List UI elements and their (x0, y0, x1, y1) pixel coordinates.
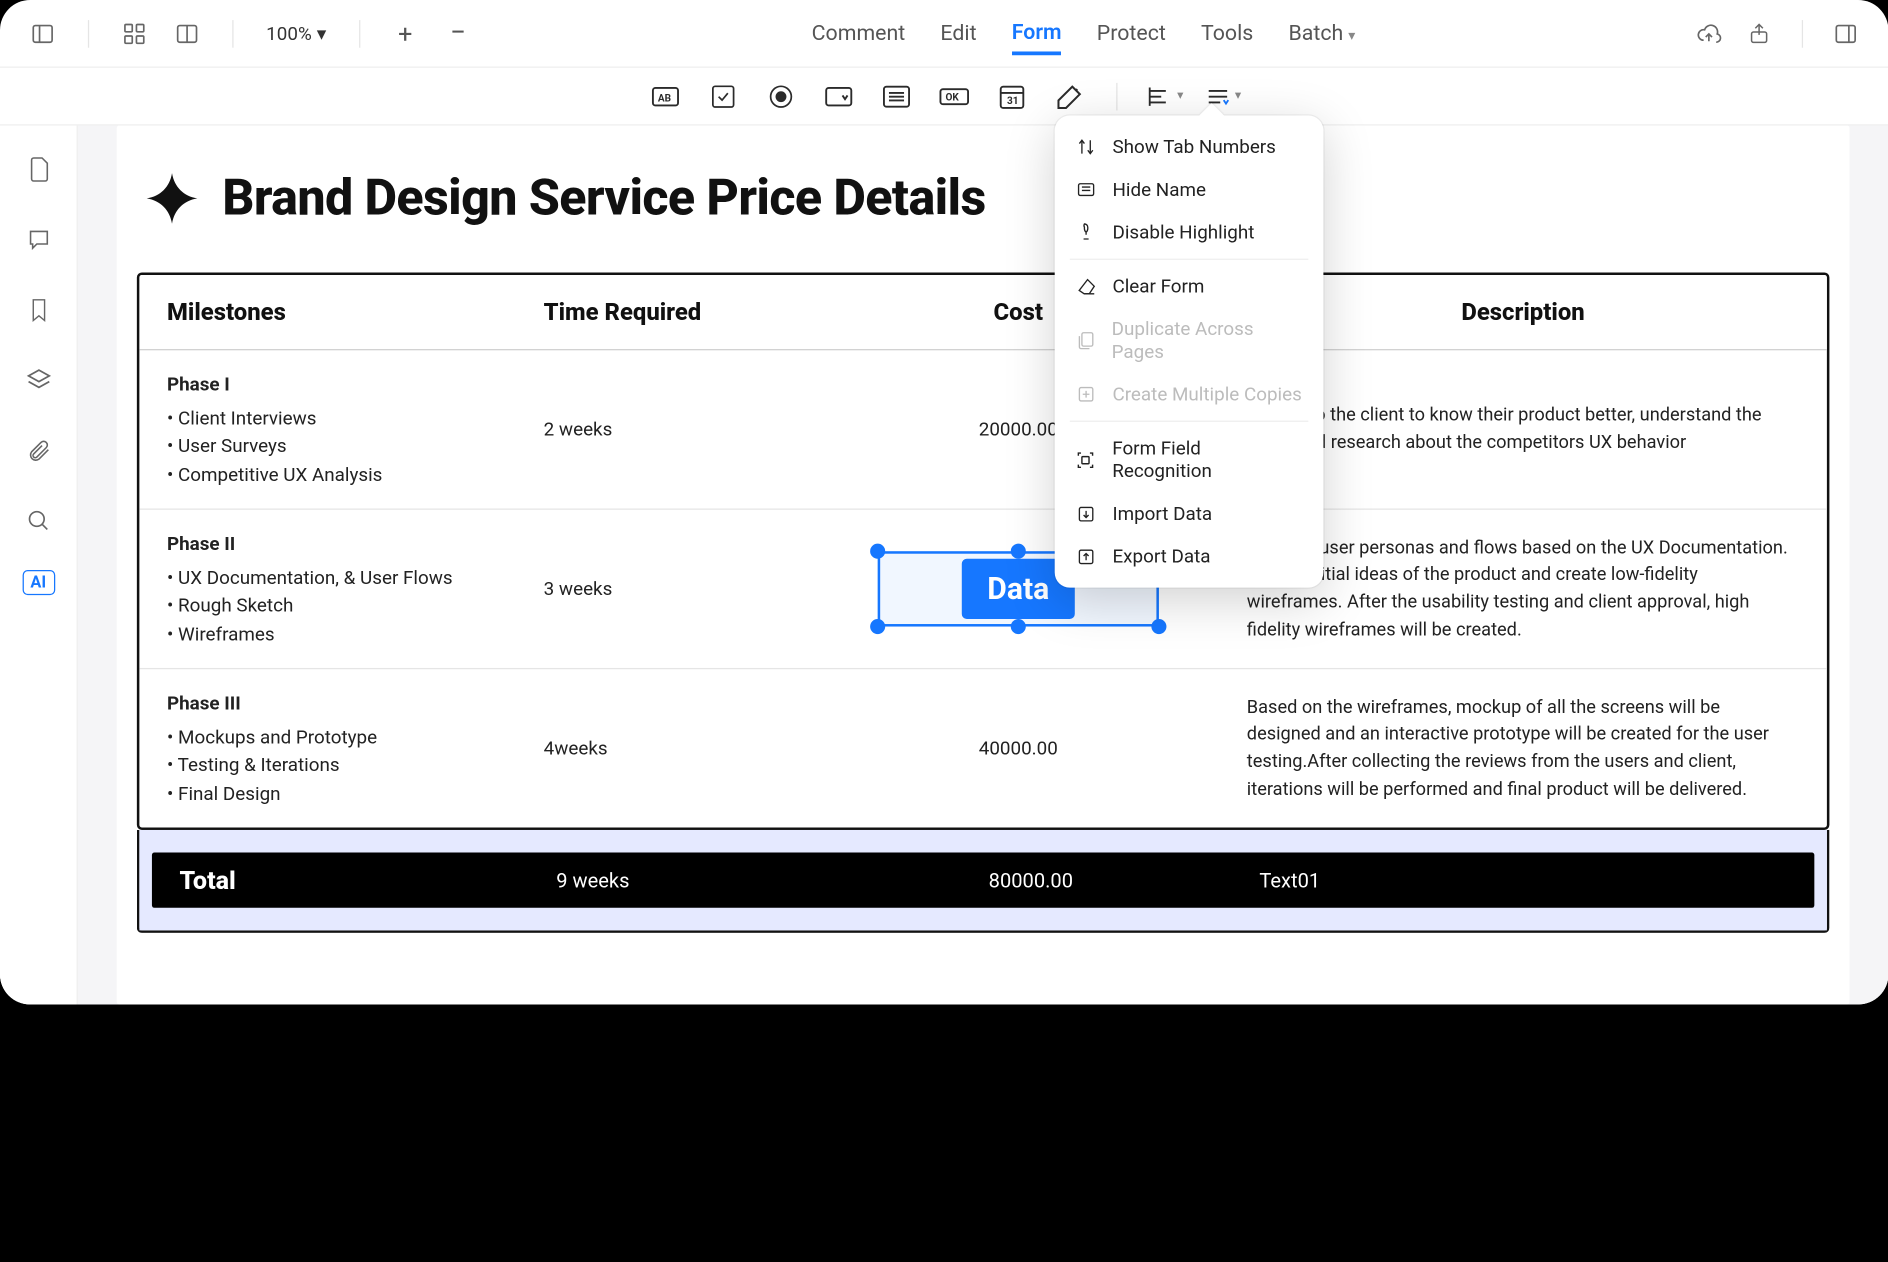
total-label: Total (152, 865, 529, 895)
menu-item-form-field-recognition[interactable]: Form Field Recognition (1055, 427, 1324, 492)
page: Brand Design Service Price Details Miles… (117, 126, 1850, 1005)
sparkle-icon (144, 170, 199, 225)
listbox-tool[interactable] (878, 77, 916, 115)
import-icon (1075, 502, 1098, 525)
cell-cost[interactable]: 40000.00 (817, 734, 1219, 762)
highlight-icon (1075, 221, 1098, 244)
total-row: Total 9 weeks 80000.00 Text01 (152, 853, 1814, 908)
main-menu: Comment Edit Form Protect Tools Batch▾ (478, 12, 1689, 55)
sidebar-toggle-button[interactable] (23, 13, 63, 53)
rail-layers-button[interactable] (17, 359, 60, 402)
menu-item-clear-form[interactable]: Clear Form (1055, 265, 1324, 308)
menu-item-show-tab-numbers[interactable]: Show Tab Numbers (1055, 126, 1324, 169)
checkbox-tool[interactable] (705, 77, 743, 115)
table-row: Phase I Client Interviews User Surveys C… (139, 350, 1827, 509)
tabnum-icon (1075, 136, 1098, 159)
price-table: Milestones Time Required Cost Descriptio… (137, 272, 1830, 829)
button-field-tool[interactable]: OK (936, 77, 974, 115)
resize-handle[interactable] (1011, 619, 1026, 634)
cloud-upload-button[interactable] (1689, 13, 1729, 53)
dropdown-field-tool[interactable] (820, 77, 858, 115)
toolbar-left-group: 100% ▾ + − (23, 13, 479, 53)
align-dropdown[interactable]: ▾ (1146, 82, 1184, 110)
document-canvas[interactable]: Brand Design Service Price Details Miles… (78, 126, 1888, 1005)
total-time: 9 weeks (529, 868, 830, 892)
svg-text:OK: OK (946, 92, 960, 103)
thumbnail-view-button[interactable] (114, 13, 154, 53)
menu-edit[interactable]: Edit (940, 13, 976, 53)
date-field-tool[interactable]: 31 (994, 77, 1032, 115)
two-page-view-button[interactable] (167, 13, 207, 53)
panel-toggle-button[interactable] (1826, 13, 1866, 53)
table-row: Phase III Mockups and Prototype Testing … (139, 669, 1827, 827)
col-time: Time Required (516, 275, 817, 349)
col-milestones: Milestones (139, 275, 516, 349)
rail-ai-button[interactable]: AI (22, 570, 55, 595)
menu-item-hide-name[interactable]: Hide Name (1055, 168, 1324, 211)
zoom-value: 100% (266, 22, 312, 45)
document-title: Brand Design Service Price Details (222, 168, 985, 227)
menu-separator (1070, 421, 1309, 422)
menu-item-duplicate-across-pages: Duplicate Across Pages (1055, 308, 1324, 373)
export-icon (1075, 545, 1098, 568)
chevron-down-icon: ▾ (1177, 89, 1183, 103)
cell-time: 2 weeks (516, 415, 817, 443)
menu-item-export-data[interactable]: Export Data (1055, 535, 1324, 578)
share-button[interactable] (1739, 13, 1779, 53)
menu-separator (1070, 259, 1309, 260)
copies-icon (1075, 383, 1098, 406)
main-area: AI Brand Design Service Price Details Mi… (0, 126, 1888, 1005)
document-header: Brand Design Service Price Details (117, 168, 1850, 252)
menu-item-create-multiple-copies: Create Multiple Copies (1055, 373, 1324, 416)
form-toolbar: AB OK 31 ▾ ▾ (0, 68, 1888, 126)
rail-comments-button[interactable] (17, 218, 60, 261)
svg-text:AB: AB (659, 93, 672, 104)
menu-item-disable-highlight[interactable]: Disable Highlight (1055, 211, 1324, 254)
text-field-tool[interactable]: AB (647, 77, 685, 115)
menu-batch[interactable]: Batch▾ (1288, 13, 1355, 53)
rail-bookmarks-button[interactable] (17, 289, 60, 332)
menu-item-import-data[interactable]: Import Data (1055, 492, 1324, 535)
menu-comment[interactable]: Comment (812, 13, 906, 53)
cell-time: 3 weeks (516, 575, 817, 603)
top-toolbar: 100% ▾ + − Comment Edit Form Protect Too… (0, 0, 1888, 68)
recognize-icon (1075, 448, 1097, 471)
duplicate-icon (1075, 329, 1097, 352)
toolbar-right-group (1689, 13, 1866, 53)
resize-handle[interactable] (870, 544, 885, 559)
cell-description: Based on the wireframes, mockup of all t… (1219, 694, 1827, 803)
menu-protect[interactable]: Protect (1097, 13, 1166, 53)
cell-milestone: Phase III Mockups and Prototype Testing … (139, 689, 516, 807)
more-options-menu: Show Tab NumbersHide NameDisable Highlig… (1055, 116, 1324, 588)
cell-time: 4weeks (516, 734, 817, 762)
hidename-icon (1075, 178, 1098, 201)
rail-pages-button[interactable] (17, 148, 60, 191)
zoom-dropdown[interactable]: 100% ▾ (259, 17, 334, 50)
resize-handle[interactable] (870, 619, 885, 634)
svg-text:31: 31 (1008, 96, 1020, 107)
chevron-down-icon: ▾ (1348, 27, 1355, 43)
signature-tool[interactable] (1052, 77, 1090, 115)
total-cost: 80000.00 (830, 868, 1232, 892)
left-rail: AI (0, 126, 78, 1005)
table-row: Phase II UX Documentation, & User Flows … (139, 510, 1827, 669)
app-window: 100% ▾ + − Comment Edit Form Protect Too… (0, 0, 1888, 1004)
radio-tool[interactable] (763, 77, 801, 115)
table-header: Milestones Time Required Cost Descriptio… (139, 275, 1827, 350)
rail-attachments-button[interactable] (17, 429, 60, 472)
menu-form[interactable]: Form (1012, 12, 1062, 55)
menu-tools[interactable]: Tools (1201, 13, 1253, 53)
total-section: Total 9 weeks 80000.00 Text01 (137, 830, 1830, 933)
resize-handle[interactable] (1151, 619, 1166, 634)
rail-search-button[interactable] (17, 500, 60, 543)
eraser-icon (1075, 275, 1098, 298)
resize-handle[interactable] (1011, 544, 1026, 559)
zoom-in-button[interactable]: + (385, 13, 425, 53)
cell-milestone: Phase II UX Documentation, & User Flows … (139, 530, 516, 648)
total-desc[interactable]: Text01 (1232, 868, 1815, 892)
cell-milestone: Phase I Client Interviews User Surveys C… (139, 370, 516, 488)
chevron-down-icon: ▾ (1235, 89, 1241, 103)
zoom-out-button[interactable]: − (438, 13, 478, 53)
chevron-down-icon: ▾ (317, 22, 326, 45)
